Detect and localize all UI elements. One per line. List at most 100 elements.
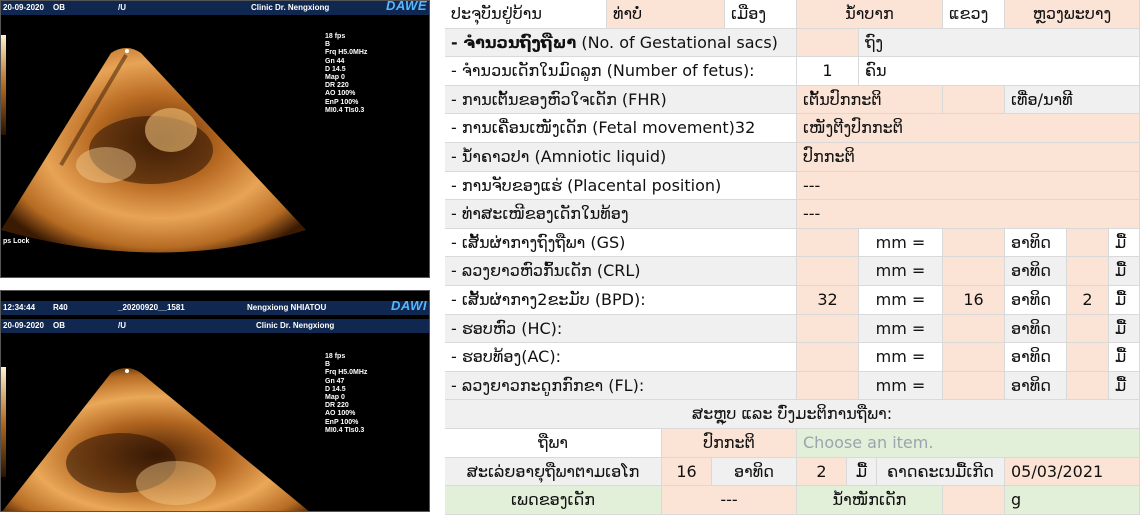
fhr-rate-field[interactable] — [943, 85, 1005, 115]
province-label: ແຂວງ — [943, 0, 1005, 29]
ga-label: ສະເລ່ຍອາຍຸຖືພາຕາມເອໂກ — [445, 457, 662, 487]
amniotic-field[interactable]: ປົກກະຕິ — [797, 143, 1140, 172]
days-field[interactable] — [1067, 257, 1109, 286]
us-slash: /U — [118, 321, 126, 330]
presentation-row: - ທ່າສະເໜີຂອງເດັກໃນທ້ອງ --- — [445, 200, 1140, 229]
measurement-label: - ລວງຍາວຫົວກົ້ນເດັກ (CRL) — [445, 257, 797, 286]
address-label: ປະຈຸບັນຢູ່ບ້ານ — [445, 0, 607, 29]
us-slash: /U — [118, 3, 126, 12]
ga-weeks-field[interactable]: 16 — [662, 457, 712, 487]
weeks-field[interactable] — [943, 343, 1005, 372]
days-field[interactable] — [1067, 228, 1109, 258]
summary-title-row: ສະຫຼຸບ ແລະ ບົ່ງມະຕິການຖືພາ: — [445, 400, 1140, 429]
ga-days-label: ມື້ — [847, 457, 877, 487]
days-field[interactable] — [1067, 314, 1109, 344]
edd-field[interactable]: 05/03/2021 — [1005, 457, 1140, 487]
mm-equals-label: mm = — [859, 343, 943, 372]
us-file: _20200920__1581 — [118, 303, 185, 312]
placental-field[interactable]: --- — [797, 171, 1140, 201]
summary-title: ສະຫຼຸບ ແລະ ບົ່ງມະຕິການຖືພາ: — [445, 400, 1140, 429]
ultrasound-header-1: 12:34:44 R40 _20200920__1581 Nengxiong N… — [1, 298, 429, 315]
ga-days-field[interactable]: 2 — [797, 457, 847, 487]
days-label: ມື້ — [1109, 257, 1140, 286]
fetus-count-field[interactable]: 1 — [797, 57, 859, 86]
us-probe: R40 — [53, 303, 68, 312]
fhr-unit: ເທື່ອ/ນາທີ — [1005, 85, 1140, 115]
dawei-logo: DAWE — [386, 0, 427, 13]
days-field[interactable] — [1067, 371, 1109, 401]
us-mode: OB — [53, 3, 65, 12]
measurement-mm-field[interactable] — [797, 228, 859, 258]
weeks-field[interactable] — [943, 257, 1005, 286]
diagnosis-dropdown[interactable]: Choose an item. — [797, 429, 1140, 458]
weeks-field[interactable] — [943, 228, 1005, 258]
presentation-field[interactable]: --- — [797, 200, 1140, 229]
sex-label: ເພດຂອງເດັກ — [445, 486, 662, 515]
ultrasound-header-2: 20-09-2020 OB /U Clinic Dr. Nengxiong — [1, 319, 429, 333]
mm-equals-label: mm = — [859, 314, 943, 344]
weight-field[interactable] — [943, 486, 1005, 515]
measurement-mm-field[interactable]: 32 — [797, 286, 859, 315]
fhr-field[interactable]: ເຕັ້ນປົກກະຕິ — [797, 85, 943, 115]
fetus-count-label: - ຈໍານວນເດັກໃນມົດລູກ (Number of fetus): — [445, 57, 797, 86]
fhr-label: - ການເຕັ້ນຂອງຫົວໃຈເດັກ (FHR) — [445, 85, 797, 115]
weeks-label: ອາທິດ — [1005, 371, 1067, 401]
gestational-sacs-row: - ຈໍານວນຖົງຖືພາ (No. of Gestational sacs… — [445, 28, 1140, 58]
edd-label: ຄາດຄະເນມື້ເກີດ — [877, 457, 1005, 487]
ultrasound-image-bottom: 12:34:44 R40 _20200920__1581 Nengxiong N… — [0, 290, 430, 512]
weeks-label: ອາທິດ — [1005, 257, 1067, 286]
weight-unit: g — [1005, 486, 1140, 515]
scan-parameters: 18 fps B Frq H5.0MHz Gn 47 D 14.5 Map 0 DR … — [325, 353, 368, 434]
gestational-sacs-unit: ຖົງ — [859, 28, 1140, 58]
measurement-label: - ຮອບຫົວ (HC): — [445, 314, 797, 344]
province-field[interactable]: ຫຼວງພະບາງ — [1005, 0, 1140, 29]
weight-label: ນໍ້າໜັກເດັກ — [797, 486, 943, 515]
sex-field[interactable]: --- — [662, 486, 797, 515]
mm-equals-label: mm = — [859, 371, 943, 401]
days-label: ມື້ — [1109, 314, 1140, 344]
measurement-row-fl: - ລວງຍາວກະດູກກົກຂາ (FL): mm = ອາທິດ ມື້ — [445, 371, 1140, 401]
weeks-field[interactable]: 16 — [943, 286, 1005, 315]
weeks-label: ອາທິດ — [1005, 343, 1067, 372]
ga-weeks-label: ອາທິດ — [712, 457, 797, 487]
measurement-mm-field[interactable] — [797, 371, 859, 401]
weeks-label: ອາທິດ — [1005, 314, 1067, 344]
fhr-row: - ການເຕັ້ນຂອງຫົວໃຈເດັກ (FHR) ເຕັ້ນປົກກະຕ… — [445, 85, 1140, 115]
fetus-count-row: - ຈໍານວນເດັກໃນມົດລູກ (Number of fetus): … — [445, 57, 1140, 86]
measurement-mm-field[interactable] — [797, 343, 859, 372]
measurement-mm-field[interactable] — [797, 314, 859, 344]
village-field[interactable]: ທ່າບໍ່ — [607, 0, 725, 29]
ultrasound-scan-cone — [2, 368, 309, 511]
district-label: ເມືອງ — [725, 0, 797, 29]
days-label: ມື້ — [1109, 286, 1140, 315]
measurement-row-ac: - ຮອບທ້ອງ(AC): mm = ອາທິດ ມື້ — [445, 343, 1140, 372]
weeks-field[interactable] — [943, 314, 1005, 344]
mm-equals-label: mm = — [859, 286, 943, 315]
measurement-row-bpd: - ເສັ້ນຜ່າກາງ2ຂະມັບ (BPD): 32 mm = 16 ອາ… — [445, 286, 1140, 315]
us-mode: OB — [53, 321, 65, 330]
us-date: 20-09-2020 — [3, 321, 44, 330]
days-field[interactable]: 2 — [1067, 286, 1109, 315]
us-date: 20-09-2020 — [3, 3, 44, 12]
measurement-label: - ຮອບທ້ອງ(AC): — [445, 343, 797, 372]
gestational-sacs-field[interactable] — [797, 28, 859, 58]
mm-equals-label: mm = — [859, 228, 943, 258]
days-field[interactable] — [1067, 343, 1109, 372]
address-row: ປະຈຸບັນຢູ່ບ້ານ ທ່າບໍ່ ເມືອງ ນໍ້າບາກ ແຂວງ… — [445, 0, 1140, 29]
amniotic-row: - ນໍ້າຄາວປາ (Amniotic liquid) ປົກກະຕິ — [445, 143, 1140, 172]
fetal-movement-field[interactable]: ເໜັງຕີງປົກກະຕິ — [797, 114, 1140, 143]
weeks-field[interactable] — [943, 371, 1005, 401]
gestational-sacs-label: - ຈໍານວນຖົງຖືພາ (No. of Gestational sacs… — [445, 28, 797, 58]
us-clinic: Clinic Dr. Nengxiong — [256, 321, 335, 330]
ultrasound-image-top: 20-09-2020 OB /U Clinic Dr. Nengxiong DA… — [0, 0, 430, 278]
measurement-mm-field[interactable] — [797, 257, 859, 286]
measurement-label: - ເສັ້ນຜ່າກາງ2ຂະມັບ (BPD): — [445, 286, 797, 315]
days-label: ມື້ — [1109, 343, 1140, 372]
placental-label: - ການຈັບຂອງແຮ່ (Placental position) — [445, 171, 797, 201]
district-field[interactable]: ນໍ້າບາກ — [797, 0, 943, 29]
measurement-row-crl: - ລວງຍາວຫົວກົ້ນເດັກ (CRL) mm = ອາທິດ ມື້ — [445, 257, 1140, 286]
pregnancy-status-field[interactable]: ປົກກະຕິ — [662, 429, 797, 458]
measurement-label: - ລວງຍາວກະດູກກົກຂາ (FL): — [445, 371, 797, 401]
sex-weight-row: ເພດຂອງເດັກ --- ນໍ້າໜັກເດັກ g — [445, 486, 1140, 515]
pregnancy-label: ຖືພາ — [445, 429, 662, 458]
